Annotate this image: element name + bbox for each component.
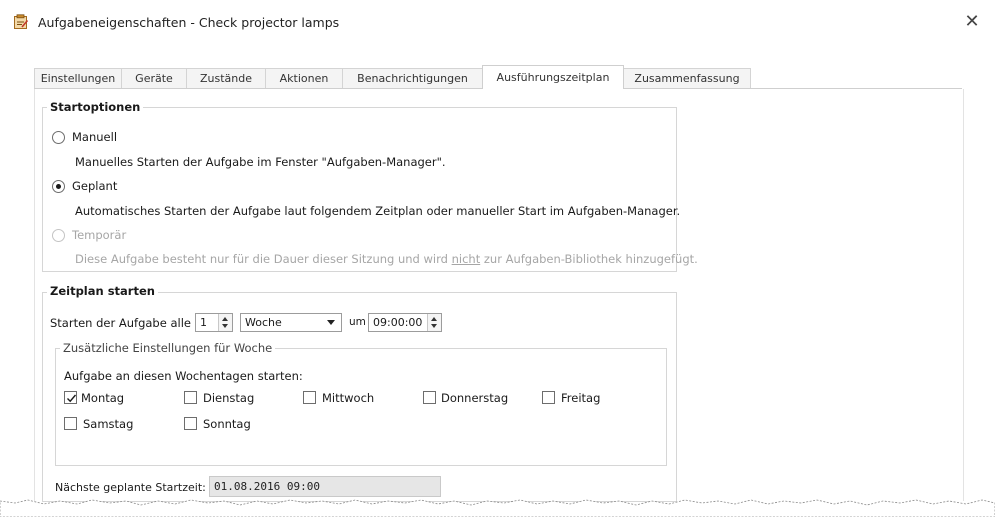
start-options-title: Startoptionen bbox=[47, 100, 144, 114]
tab-zusammenfassung[interactable]: Zusammenfassung bbox=[623, 68, 751, 88]
checkbox-donnerstag[interactable] bbox=[423, 391, 436, 404]
checkbox-donnerstag-label[interactable]: Donnerstag bbox=[441, 391, 508, 405]
temporary-description-part2: zur Aufgaben-Bibliothek hinzugefügt. bbox=[480, 252, 698, 266]
window-title: Aufgabeneigenschaften - Check projector … bbox=[38, 15, 340, 30]
checkbox-dienstag[interactable] bbox=[184, 391, 197, 404]
weekly-settings-title: Zusätzliche Einstellungen für Woche bbox=[60, 341, 276, 355]
time-stepper[interactable]: 09:00:00 bbox=[368, 313, 442, 332]
checkbox-freitag-label[interactable]: Freitag bbox=[561, 391, 600, 405]
next-start-label: Nächste geplante Startzeit: bbox=[55, 481, 206, 494]
interval-value: 1 bbox=[200, 316, 207, 329]
temporary-description: Diese Aufgabe besteht nur für die Dauer … bbox=[75, 252, 698, 266]
schedule-title: Zeitplan starten bbox=[47, 284, 158, 298]
next-start-time-field: 01.08.2016 09:00 bbox=[209, 476, 441, 497]
time-spin-buttons[interactable] bbox=[427, 314, 441, 331]
weekdays-label: Aufgabe an diesen Wochentagen starten: bbox=[64, 369, 303, 383]
torn-edge-graphic bbox=[0, 499, 995, 518]
at-label: um bbox=[349, 316, 366, 328]
checkbox-sonntag[interactable] bbox=[184, 417, 197, 430]
interval-unit-select[interactable]: Woche bbox=[240, 313, 342, 332]
checkbox-mittwoch[interactable] bbox=[303, 391, 316, 404]
checkbox-montag-label[interactable]: Montag bbox=[81, 391, 124, 405]
start-options-group bbox=[42, 107, 677, 272]
checkbox-dienstag-label[interactable]: Dienstag bbox=[203, 391, 254, 405]
tab-benachrichtigungen[interactable]: Benachrichtigungen bbox=[342, 68, 483, 88]
checkmark-icon bbox=[67, 394, 77, 403]
radio-manual-label[interactable]: Manuell bbox=[72, 130, 117, 144]
torn-edge bbox=[0, 498, 995, 518]
radio-scheduled-label[interactable]: Geplant bbox=[72, 179, 117, 193]
radio-manual[interactable] bbox=[52, 131, 65, 144]
spin-up-icon bbox=[222, 317, 228, 321]
checkbox-montag[interactable] bbox=[64, 391, 77, 404]
checkbox-samstag[interactable] bbox=[64, 417, 77, 430]
interval-stepper[interactable]: 1 bbox=[195, 313, 233, 332]
weekly-settings-group bbox=[55, 348, 667, 466]
spin-down-icon bbox=[431, 324, 437, 328]
checkbox-samstag-label[interactable]: Samstag bbox=[83, 417, 133, 431]
interval-unit-value: Woche bbox=[245, 316, 282, 329]
radio-temporary bbox=[52, 229, 65, 242]
checkbox-mittwoch-label[interactable]: Mittwoch bbox=[322, 391, 374, 405]
tab-ausfuehrungszeitplan[interactable]: Ausführungszeitplan bbox=[482, 65, 624, 89]
manual-description: Manuelles Starten der Aufgabe im Fenster… bbox=[75, 155, 446, 169]
checkbox-sonntag-label[interactable]: Sonntag bbox=[203, 417, 251, 431]
temporary-description-emphasis: nicht bbox=[451, 252, 481, 266]
close-icon: ✕ bbox=[964, 11, 980, 32]
time-value: 09:00:00 bbox=[373, 316, 423, 329]
chevron-down-icon bbox=[327, 320, 335, 325]
temporary-description-part1: Diese Aufgabe besteht nur für die Dauer … bbox=[75, 252, 452, 266]
spin-down-icon bbox=[222, 324, 228, 328]
radio-temporary-label: Temporär bbox=[72, 228, 127, 242]
tab-zustaende[interactable]: Zustände bbox=[186, 68, 266, 88]
task-properties-icon bbox=[13, 14, 29, 30]
tab-einstellungen[interactable]: Einstellungen bbox=[34, 68, 122, 88]
interval-spin-buttons[interactable] bbox=[218, 314, 232, 331]
tab-aktionen[interactable]: Aktionen bbox=[265, 68, 343, 88]
spin-up-icon bbox=[431, 317, 437, 321]
checkbox-freitag[interactable] bbox=[542, 391, 555, 404]
radio-scheduled[interactable] bbox=[52, 180, 65, 193]
tab-geraete[interactable]: Geräte bbox=[121, 68, 187, 88]
scheduled-description: Automatisches Starten der Aufgabe laut f… bbox=[75, 204, 681, 218]
start-every-label: Starten der Aufgabe alle bbox=[50, 316, 191, 330]
title-bar: Aufgabeneigenschaften - Check projector … bbox=[0, 0, 995, 46]
close-button[interactable]: ✕ bbox=[958, 8, 986, 36]
